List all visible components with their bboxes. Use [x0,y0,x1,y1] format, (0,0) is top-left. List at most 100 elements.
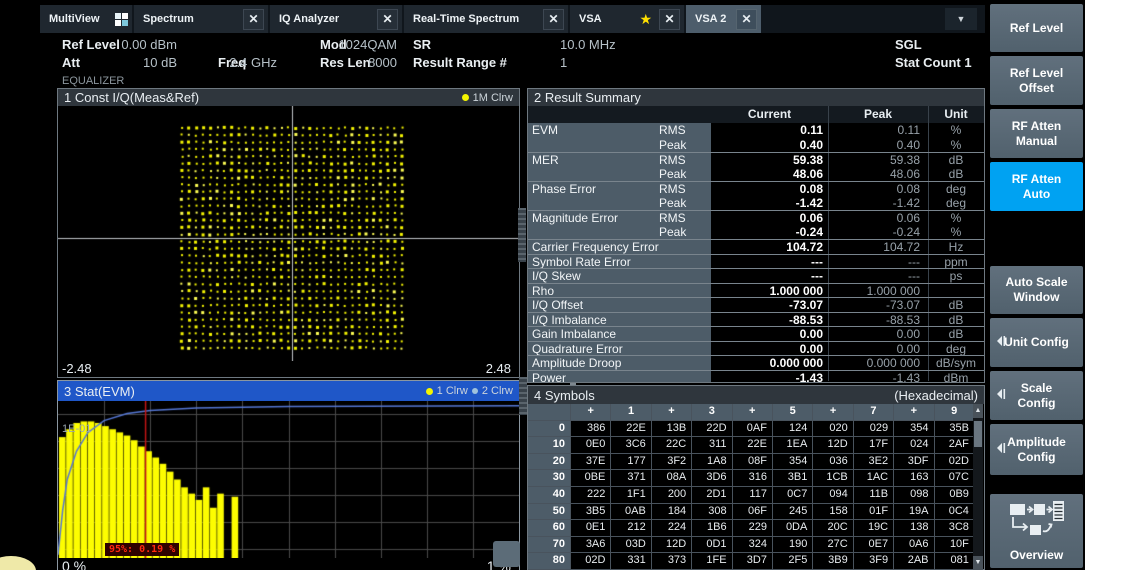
symbol-cell: 0A6 [894,537,934,554]
res-len-value[interactable]: 8000 [327,55,397,70]
tab-close-button[interactable]: ✕ [736,9,757,30]
constellation-window-header[interactable]: 1 Const I/Q(Meas&Ref) 1M Clrw [58,89,519,106]
value-peak: 0.06 [828,211,920,225]
symbols-col-header: + [571,404,611,421]
softkey-label: Ref Level [1010,21,1063,36]
constellation-plot [58,106,519,361]
window-title: 3 Stat(EVM) [64,384,135,399]
metric-name: Power [532,371,566,383]
value-current: -1.43 [711,371,823,383]
window-splitter-handle[interactable] [518,208,526,262]
tab-label: VSA [579,13,636,25]
tab-close-button[interactable]: ✕ [243,9,264,30]
symbol-cell: 222 [571,487,611,504]
result-range-value[interactable]: 1 [560,55,567,70]
ref-level-value[interactable]: 0.00 dBm [107,37,177,52]
close-icon: ✕ [248,12,258,26]
symbols-window-header[interactable]: 4 Symbols (Hexadecimal) [528,386,984,404]
settings-bar: Ref Level 0.00 dBm Mod 1024QAM SR 10.0 M… [57,33,985,88]
tab-vsa[interactable]: VSA★✕ [570,5,684,33]
overview-flow-icon [1008,500,1066,544]
symbol-cell: 124 [773,421,813,438]
tab-close-button[interactable]: ✕ [543,9,564,30]
att-label[interactable]: Att [62,55,80,70]
sr-label[interactable]: SR [413,37,431,52]
sr-value[interactable]: 10.0 MHz [560,37,616,52]
symbol-cell: 2F5 [773,553,813,570]
value-unit: % [928,211,984,225]
metric-name: I/Q Skew [532,269,581,283]
symbols-col-header: 1 [611,404,651,421]
att-value[interactable]: 10 dB [107,55,177,70]
symbol-cell: 3B1 [773,470,813,487]
symbol-cell: 373 [652,553,692,570]
symbol-cell: 3D7 [733,553,773,570]
symbols-col-header: 9 [935,404,975,421]
symbol-cell: 22C [652,437,692,454]
value-peak: 48.06 [828,167,920,181]
tab-close-button[interactable]: ✕ [377,9,398,30]
softkey-auto-scale-window[interactable]: Auto Scale Window [990,266,1083,314]
softkey-unit-config[interactable]: Unit Config [990,318,1083,367]
value-peak: --- [828,269,920,283]
softkey-amplitude-config[interactable]: Amplitude Config [990,424,1083,475]
symbols-row-label: 20 [528,454,571,471]
tab-iq-analyzer[interactable]: IQ Analyzer✕ [270,5,402,33]
arrow-up-icon: ▲ [975,407,982,414]
symbol-cell: 2AB [894,553,934,570]
symbol-cell: 024 [894,437,934,454]
window-splitter-handle[interactable] [519,377,527,415]
tab-label: Spectrum [143,13,239,25]
symbol-cell: 3C6 [611,437,651,454]
scroll-up-button[interactable]: ▲ [973,404,983,418]
value-unit: % [928,123,984,137]
tab-real-time-spectrum[interactable]: Real-Time Spectrum✕ [404,5,568,33]
softkey-rf-atten-auto[interactable]: RF Atten Auto [990,162,1083,211]
value-peak: 0.11 [828,123,920,137]
symbol-cell: 3DF [894,454,934,471]
symbol-cell: 0C4 [935,504,975,521]
trace1-label: 1 Clrw [437,385,468,397]
stat-evm-window-header[interactable]: 3 Stat(EVM) 1 Clrw 2 Clrw [58,381,519,401]
symbol-cell: 3F9 [854,553,894,570]
symbol-cell: 19A [894,504,934,521]
result-summary-window-header[interactable]: 2 Result Summary [528,89,984,106]
tab-spectrum[interactable]: Spectrum ✕ [134,5,268,33]
x-min-label: -2.48 [62,361,92,376]
symbols-row-label: 80 [528,553,571,570]
col-header-peak: Peak [828,106,928,123]
symbols-col-header: + [813,404,853,421]
scrollbar-thumb[interactable] [974,421,982,447]
value-current: 0.08 [711,182,823,196]
x-max-label: 2.48 [486,361,511,376]
value-unit: deg [928,342,984,356]
softkey-ref-level[interactable]: Ref Level [990,4,1083,52]
softkey-overview[interactable]: Overview [990,494,1083,568]
softkey-label: Amplitude Config [1002,435,1071,465]
scroll-down-button[interactable]: ▼ [973,556,983,570]
symbol-cell: 190 [773,537,813,554]
freq-value[interactable]: 2.4 GHz [207,55,277,70]
value-peak: 0.08 [828,182,920,196]
softkey-label: Ref Level Offset [1002,66,1071,96]
resize-grip[interactable] [493,541,520,567]
submenu-arrow-icon [996,335,1006,351]
softkey-rf-atten-manual[interactable]: RF Atten Manual [990,109,1083,158]
value-current: 59.38 [711,153,823,167]
tab-vsa-2[interactable]: VSA 2✕ [686,5,761,33]
tab-close-button[interactable]: ✕ [659,9,680,30]
symbol-cell: 02D [571,553,611,570]
symbol-cell: 08A [652,470,692,487]
result-range-label[interactable]: Result Range # [413,55,507,70]
softkey-scale-config[interactable]: Scale Config [990,371,1083,420]
symbols-scrollbar[interactable]: ▲ ▼ [973,404,983,568]
symbol-cell: 19C [854,520,894,537]
value-current: 0.06 [711,211,823,225]
mod-value[interactable]: 1024QAM [327,37,397,52]
tab-overflow-dropdown[interactable]: ▼ [945,8,977,30]
softkey-ref-level-offset[interactable]: Ref Level Offset [990,56,1083,105]
tab-multiview[interactable]: MultiView [40,5,132,33]
symbol-cell: 224 [652,520,692,537]
symbol-cell: 3B5 [571,504,611,521]
symbol-cell: 17F [854,437,894,454]
